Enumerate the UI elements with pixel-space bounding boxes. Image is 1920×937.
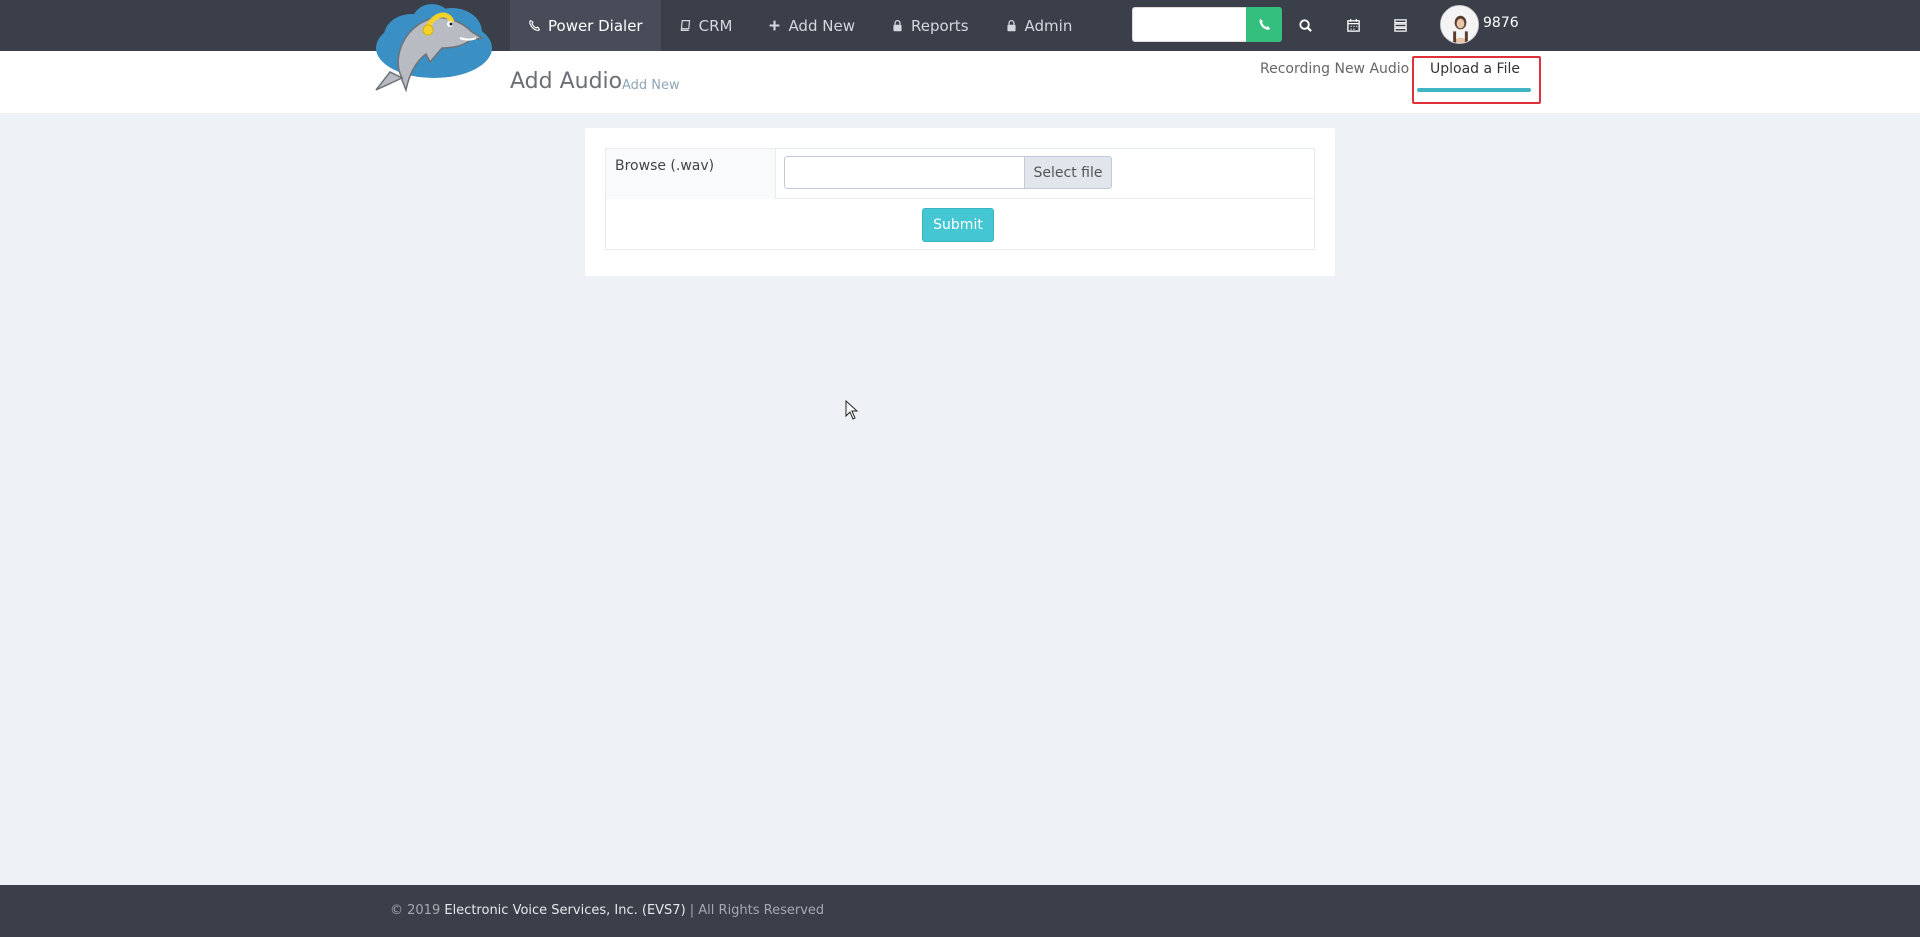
lock-icon	[891, 19, 904, 32]
upload-form-card: Browse (.wav) Select file Submit	[585, 128, 1335, 276]
book-icon	[679, 19, 692, 32]
tab-recording-new-audio[interactable]: Recording New Audio	[1260, 61, 1409, 77]
plus-icon	[768, 19, 781, 32]
list-icon	[1393, 18, 1407, 32]
page-title: Add Audio	[510, 69, 623, 94]
submit-button[interactable]: Submit	[922, 208, 994, 242]
search-icon	[1298, 18, 1312, 32]
top-navbar: Power Dialer CRM Add New Reports Admin 9…	[0, 0, 1920, 51]
nav-reports[interactable]: Reports	[873, 0, 987, 51]
tab-highlight-box	[1412, 56, 1541, 104]
search-button[interactable]	[1293, 13, 1317, 37]
footer-company-link[interactable]: Electronic Voice Services, Inc. (EVS7)	[444, 903, 685, 918]
phone-icon	[1259, 18, 1270, 30]
nav-crm-label: CRM	[698, 16, 733, 35]
submit-row: Submit	[606, 199, 1314, 249]
user-avatar[interactable]	[1440, 5, 1479, 44]
upload-form-table: Browse (.wav) Select file Submit	[605, 148, 1315, 250]
page-header: Add Audio Add New Recording New Audio Up…	[0, 51, 1920, 113]
file-name-field[interactable]	[784, 156, 1024, 189]
mouse-cursor-icon	[845, 400, 859, 420]
select-file-button[interactable]: Select file	[1024, 156, 1112, 189]
phone-handset-icon	[528, 19, 541, 32]
calendar-icon	[1346, 18, 1360, 32]
nav-power-dialer-label: Power Dialer	[548, 16, 643, 35]
browse-row: Browse (.wav) Select file	[606, 149, 1314, 199]
page-footer: © 2019 Electronic Voice Services, Inc. (…	[0, 885, 1920, 937]
footer-copyright: © 2019 Electronic Voice Services, Inc. (…	[390, 903, 824, 918]
nav-add-new[interactable]: Add New	[750, 0, 873, 51]
list-button[interactable]	[1388, 13, 1412, 37]
main-nav: Power Dialer CRM Add New Reports Admin	[510, 0, 1090, 51]
company-logo[interactable]	[372, 0, 496, 93]
footer-rights: | All Rights Reserved	[685, 903, 825, 918]
dial-call-button[interactable]	[1246, 7, 1282, 42]
nav-add-new-label: Add New	[788, 16, 855, 35]
lock-icon	[1005, 19, 1018, 32]
page-subtitle: Add New	[622, 78, 680, 93]
calendar-button[interactable]	[1341, 13, 1365, 37]
footer-copyright-prefix: © 2019	[390, 903, 445, 918]
nav-power-dialer[interactable]: Power Dialer	[510, 0, 661, 51]
browse-label: Browse (.wav)	[606, 149, 776, 199]
nav-crm[interactable]: CRM	[661, 0, 751, 51]
nav-reports-label: Reports	[910, 16, 969, 35]
dial-number-input[interactable]	[1132, 7, 1246, 42]
user-extension[interactable]: 9876	[1483, 15, 1519, 31]
nav-admin[interactable]: Admin	[987, 0, 1091, 51]
nav-admin-label: Admin	[1024, 16, 1073, 35]
